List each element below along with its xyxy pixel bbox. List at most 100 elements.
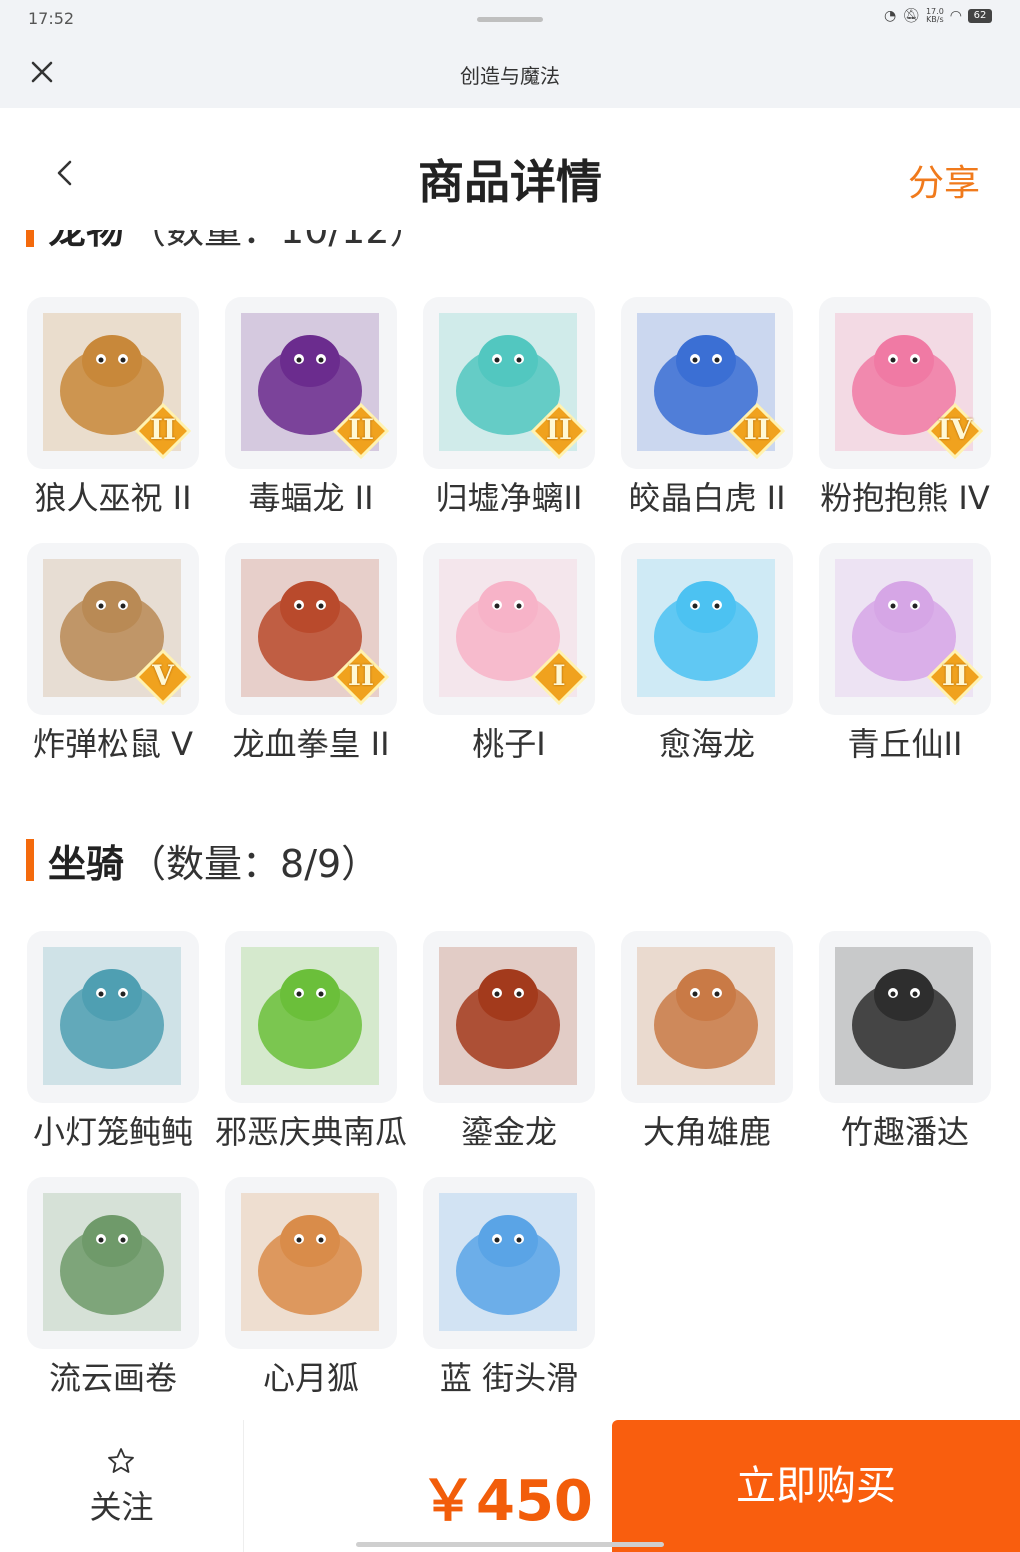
item-name: 毒蝠龙 II <box>248 479 374 517</box>
item-name: 狼人巫祝 II <box>34 479 192 517</box>
item-thumbnail: IV <box>819 297 991 469</box>
pumpkin-icon <box>241 947 379 1085</box>
grid-item[interactable]: 邪恶庆典南瓜 <box>215 931 407 1177</box>
rank-badge-text: II <box>149 413 177 446</box>
deer-icon <box>637 947 775 1085</box>
buy-now-button[interactable]: 立即购买 <box>612 1420 1020 1552</box>
follow-label: 关注 <box>89 1488 154 1526</box>
grid-item[interactable]: I 桃子I <box>423 543 595 789</box>
item-thumbnail <box>819 931 991 1103</box>
item-thumbnail <box>621 543 793 715</box>
grid-item[interactable]: V 炸弹松鼠 V <box>27 543 199 789</box>
grid-item[interactable]: II 归墟净螭II <box>423 297 595 543</box>
item-thumbnail <box>225 1177 397 1349</box>
grid-item[interactable]: II 狼人巫祝 II <box>27 297 199 543</box>
lantern-fish-icon <box>43 947 181 1085</box>
app-header: 创造与魔法 <box>0 40 1020 108</box>
grid-item[interactable]: II 毒蝠龙 II <box>225 297 397 543</box>
section-name: 宠物 <box>48 230 124 254</box>
rank-badge-icon: V <box>134 648 192 706</box>
rank-badge-text: V <box>152 659 174 692</box>
item-grid: 小灯笼鲀鲀 邪恶庆典南瓜 鎏金龙 大角雄鹿 竹趣潘达流云画卷 心月狐 蓝 街头滑 <box>27 931 1020 1420</box>
section-1: 坐骑 （数量：8/9） 小灯笼鲀鲀 邪恶庆典南瓜 鎏金龙 大角雄鹿 竹趣潘达流云画卷 心月狐 蓝… <box>0 829 1020 1420</box>
grid-item[interactable]: 流云画卷 <box>27 1177 199 1420</box>
section-0: 宠物（数量：10/12） II 狼人巫祝 II II 毒蝠龙 II II 归墟净螭II II 皎… <box>0 230 1020 789</box>
section-accent-bar <box>26 839 34 881</box>
item-thumbnail: II <box>819 543 991 715</box>
rank-badge-text: I <box>552 659 566 692</box>
home-indicator <box>356 1542 664 1547</box>
follow-button[interactable]: 关注 <box>0 1420 244 1552</box>
item-thumbnail <box>423 1177 595 1349</box>
page-nav-bar: 商品详情 分享 <box>0 108 1020 230</box>
rank-badge-icon: I <box>530 648 588 706</box>
grid-item[interactable]: II 皎晶白虎 II <box>621 297 793 543</box>
item-thumbnail: II <box>27 297 199 469</box>
item-thumbnail: II <box>225 543 397 715</box>
section-title: 坐骑 （数量：8/9） <box>26 829 1020 891</box>
grid-item[interactable]: II 龙血拳皇 II <box>225 543 397 789</box>
item-thumbnail: II <box>225 297 397 469</box>
gold-dragon-icon <box>439 947 577 1085</box>
grid-item[interactable]: 愈海龙 <box>621 543 793 789</box>
item-thumbnail: II <box>621 297 793 469</box>
item-name: 邪恶庆典南瓜 <box>214 1113 407 1151</box>
grid-item[interactable]: II 青丘仙II <box>819 543 991 789</box>
rank-badge-text: II <box>347 413 375 446</box>
item-name: 青丘仙II <box>847 725 963 763</box>
grid-item[interactable]: 竹趣潘达 <box>819 931 991 1177</box>
item-thumbnail: I <box>423 543 595 715</box>
item-name: 归墟净螭II <box>435 479 583 517</box>
section-count: （数量：8/9） <box>128 841 380 886</box>
item-name: 龙血拳皇 II <box>232 725 390 763</box>
skateboard-icon <box>439 1193 577 1331</box>
share-button[interactable]: 分享 <box>908 154 980 206</box>
rank-badge-text: IV <box>937 413 973 446</box>
grid-item[interactable]: 小灯笼鲀鲀 <box>27 931 199 1177</box>
item-list: 宠物（数量：10/12） II 狼人巫祝 II II 毒蝠龙 II II 归墟净螭II II 皎… <box>0 230 1020 1420</box>
rank-badge-text: II <box>941 659 969 692</box>
rank-badge-icon: IV <box>926 402 984 460</box>
status-bar: 17:52 ◔ 🔕︎ 17.0 KB/s ◠ 62 <box>0 0 1020 40</box>
panda-icon <box>835 947 973 1085</box>
star-icon <box>108 1448 134 1473</box>
section-name: 坐骑 <box>48 841 125 886</box>
rank-badge-icon: II <box>728 402 786 460</box>
item-name: 桃子I <box>472 725 546 763</box>
app-title: 创造与魔法 <box>460 64 560 88</box>
item-name: 鎏金龙 <box>460 1113 557 1151</box>
moon-fox-icon <box>241 1193 379 1331</box>
item-name: 蓝 街头滑 <box>439 1359 579 1397</box>
item-thumbnail <box>423 931 595 1103</box>
item-thumbnail <box>27 931 199 1103</box>
scroll-painting-icon <box>43 1193 181 1331</box>
grid-item[interactable]: 心月狐 <box>225 1177 397 1420</box>
item-thumbnail <box>27 1177 199 1349</box>
item-name: 愈海龙 <box>658 725 755 763</box>
item-name: 小灯笼鲀鲀 <box>32 1113 193 1151</box>
grid-item[interactable]: 大角雄鹿 <box>621 931 793 1177</box>
item-thumbnail: II <box>423 297 595 469</box>
item-name: 流云画卷 <box>48 1359 177 1397</box>
rank-badge-text: II <box>743 413 771 446</box>
rank-badge-text: II <box>347 659 375 692</box>
item-name: 大角雄鹿 <box>642 1113 771 1151</box>
status-time: 17:52 <box>28 9 75 28</box>
network-speed: 17.0 KB/s <box>926 8 944 24</box>
item-name: 皎晶白虎 II <box>628 479 786 517</box>
grid-item[interactable]: IV 粉抱抱熊 IV <box>819 297 991 543</box>
speed-icon: ◔ <box>883 8 897 24</box>
item-list-scroll[interactable]: 宠物（数量：10/12） II 狼人巫祝 II II 毒蝠龙 II II 归墟净螭II II 皎… <box>0 230 1020 1420</box>
section-title: 宠物（数量：10/12） <box>26 230 1020 257</box>
item-thumbnail <box>621 931 793 1103</box>
grid-item[interactable]: 蓝 街头滑 <box>423 1177 595 1420</box>
item-name: 粉抱抱熊 IV <box>820 479 990 517</box>
grid-item[interactable]: 鎏金龙 <box>423 931 595 1177</box>
item-grid: II 狼人巫祝 II II 毒蝠龙 II II 归墟净螭II II 皎晶白虎 II IV 粉抱抱熊… <box>27 297 1020 789</box>
rank-badge-icon: II <box>530 402 588 460</box>
rank-badge-icon: II <box>332 402 390 460</box>
battery-icon: 62 <box>968 9 992 23</box>
sea-dragon-icon <box>637 559 775 697</box>
mute-icon: 🔕︎ <box>902 8 920 24</box>
page-title: 商品详情 <box>418 155 602 209</box>
